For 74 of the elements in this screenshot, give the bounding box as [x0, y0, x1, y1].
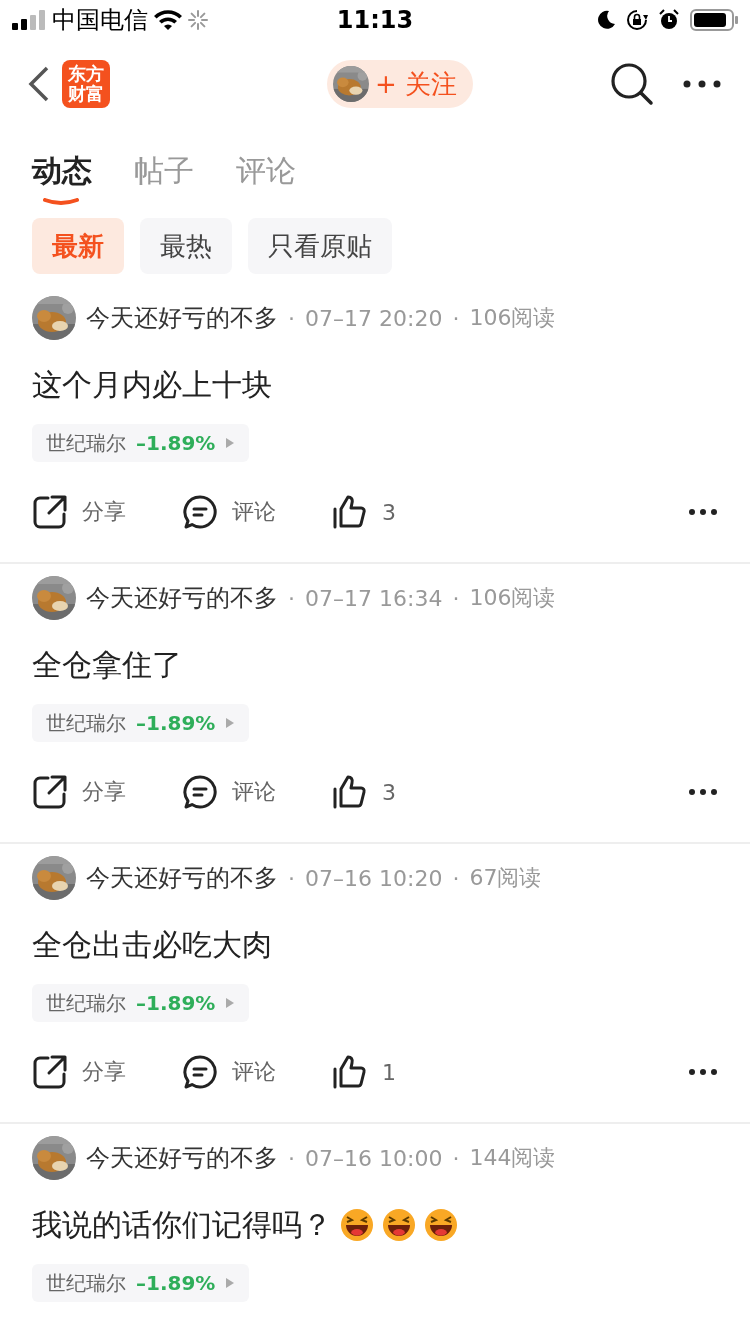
- speech-bubble-icon: [182, 774, 218, 810]
- post-time: 07–16 10:20: [305, 865, 443, 891]
- separator-dot: ·: [452, 305, 460, 331]
- post-time: 07–17 20:20: [305, 305, 443, 331]
- more-icon[interactable]: [688, 788, 718, 796]
- read-count: 106阅读: [469, 304, 556, 332]
- price-change: –1.89%: [136, 431, 216, 455]
- price-change: –1.89%: [136, 991, 216, 1015]
- post-text: 我说的话你们记得吗？: [32, 1205, 332, 1244]
- filter-chip[interactable]: 只看原贴: [248, 218, 392, 274]
- play-arrow-icon: [225, 1277, 236, 1289]
- loading-icon: [188, 10, 208, 30]
- more-icon[interactable]: [688, 1068, 718, 1076]
- play-arrow-icon: [225, 717, 236, 729]
- share-icon: [32, 494, 68, 530]
- like-button[interactable]: 3: [332, 494, 396, 530]
- author-name[interactable]: 今天还好亏的不多: [86, 1142, 278, 1174]
- share-icon: [32, 774, 68, 810]
- comment-button[interactable]: 评论: [182, 494, 276, 530]
- price-change: –1.89%: [136, 711, 216, 735]
- filter-chip[interactable]: 最热: [140, 218, 232, 274]
- separator-dot: ·: [288, 305, 295, 331]
- search-icon[interactable]: [610, 62, 654, 106]
- carrier-name: 中国电信: [52, 5, 148, 36]
- read-count: 106阅读: [469, 584, 556, 612]
- stock-tag[interactable]: 世纪瑞尔 –1.89%: [32, 1264, 250, 1302]
- moon-icon: [596, 10, 616, 30]
- like-button[interactable]: 3: [332, 774, 396, 810]
- back-icon[interactable]: [28, 66, 50, 102]
- author-name[interactable]: 今天还好亏的不多: [86, 862, 278, 894]
- tab[interactable]: 动态: [32, 146, 92, 208]
- share-button[interactable]: 分享: [32, 494, 126, 530]
- separator-dot: ·: [288, 585, 295, 611]
- comment-button[interactable]: 评论: [182, 774, 276, 810]
- speech-bubble-icon: [182, 494, 218, 530]
- speech-bubble-icon: [182, 1054, 218, 1090]
- separator-dot: ·: [452, 865, 460, 891]
- thumbs-up-icon: [332, 774, 368, 810]
- separator-dot: ·: [288, 865, 295, 891]
- separator-dot: ·: [288, 1145, 295, 1171]
- alarm-icon: [658, 9, 680, 31]
- stock-tag[interactable]: 世纪瑞尔 –1.89%: [32, 424, 250, 462]
- post-time: 07–17 16:34: [305, 585, 443, 611]
- price-change: –1.89%: [136, 1271, 216, 1295]
- share-icon: [32, 1054, 68, 1090]
- tab-indicator: [42, 198, 80, 206]
- share-button[interactable]: 分享: [32, 1054, 126, 1090]
- rotation-lock-icon: [626, 9, 648, 31]
- comment-button[interactable]: 评论: [182, 1054, 276, 1090]
- read-count: 67阅读: [469, 864, 542, 892]
- separator-dot: ·: [452, 1145, 460, 1171]
- clock-time: 11:13: [336, 6, 414, 34]
- author-name[interactable]: 今天还好亏的不多: [86, 582, 278, 614]
- stock-tag[interactable]: 世纪瑞尔 –1.89%: [32, 704, 250, 742]
- wifi-icon: [154, 10, 182, 30]
- thumbs-up-icon: [332, 494, 368, 530]
- read-count: 144阅读: [469, 1144, 556, 1172]
- post-time: 07–16 10:00: [305, 1145, 443, 1171]
- more-icon[interactable]: [688, 508, 718, 516]
- stock-tag[interactable]: 世纪瑞尔 –1.89%: [32, 984, 250, 1022]
- play-arrow-icon: [225, 997, 236, 1009]
- like-button[interactable]: 1: [332, 1054, 396, 1090]
- play-arrow-icon: [225, 437, 236, 449]
- battery-icon: [690, 9, 738, 31]
- more-icon[interactable]: [682, 79, 722, 89]
- signal-icon: [12, 10, 46, 30]
- app-logo: 东方 财富: [62, 60, 110, 108]
- post-text: 这个月内必上十块: [32, 365, 272, 404]
- post-text: 全仓出击必吃大肉: [32, 925, 272, 964]
- share-button[interactable]: 分享: [32, 774, 126, 810]
- author-name[interactable]: 今天还好亏的不多: [86, 302, 278, 334]
- separator-dot: ·: [452, 585, 460, 611]
- thumbs-up-icon: [332, 1054, 368, 1090]
- post-text: 全仓拿住了: [32, 645, 182, 684]
